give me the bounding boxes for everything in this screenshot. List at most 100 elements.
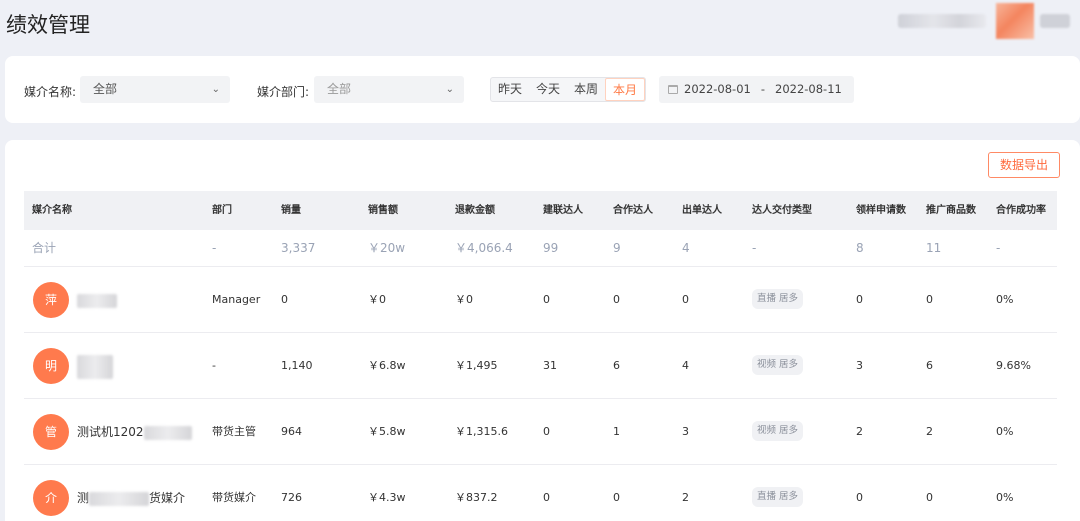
success-rate-cell: 9.68% <box>996 359 1031 372</box>
column-header[interactable]: 部门 <box>212 191 232 230</box>
range-yesterday-button[interactable]: 昨天 <box>491 78 529 101</box>
filter-panel: 媒介名称: 全部 ⌄ 媒介部门: 全部 ⌄ 昨天 今天 本周 本月 2022-0… <box>5 56 1080 123</box>
avatar: 介 <box>33 480 69 516</box>
media-name-text: 测 <box>77 491 90 505</box>
range-today-button[interactable]: 今天 <box>529 78 567 101</box>
cooperating-cell: 0 <box>613 491 620 504</box>
sales-cell: 726 <box>281 491 302 504</box>
user-extra-blurred <box>1040 14 1070 28</box>
date-range-shortcuts: 昨天 今天 本周 本月 <box>490 77 647 102</box>
total-cell: 8 <box>856 241 864 255</box>
table-total-row: 合计 - 3,337 ￥20w ￥4,066.4 99 9 4 - 8 11 - <box>24 230 1057 267</box>
cooperating-cell: 0 <box>613 293 620 306</box>
sample-requests-cell: 0 <box>856 293 863 306</box>
media-name-select[interactable]: 全部 ⌄ <box>80 76 230 103</box>
avatar: 管 <box>33 414 69 450</box>
total-cell: - <box>752 241 757 255</box>
products-cell: 2 <box>926 425 933 438</box>
refund-cell: ￥1,495 <box>455 359 498 372</box>
sales-cell: 964 <box>281 425 302 438</box>
cooperating-cell: 1 <box>613 425 620 438</box>
revenue-cell: ￥6.8w <box>368 359 406 372</box>
sample-requests-cell: 0 <box>856 491 863 504</box>
date-separator: - <box>760 82 765 96</box>
column-header[interactable]: 销量 <box>281 191 301 230</box>
media-name-cell <box>77 333 113 399</box>
media-name-text: 测试机1202 <box>77 425 144 439</box>
column-header[interactable]: 合作成功率 <box>996 191 1046 230</box>
sales-cell: 1,140 <box>281 359 313 372</box>
refund-cell: ￥837.2 <box>455 491 498 504</box>
column-header[interactable]: 领样申请数 <box>856 191 906 230</box>
chevron-down-icon: ⌄ <box>445 84 454 95</box>
total-cell: 3,337 <box>281 241 316 255</box>
revenue-cell: ￥0 <box>368 293 386 306</box>
media-name-select-value: 全部 <box>93 82 118 96</box>
media-name-suffix: 货媒介 <box>149 491 186 505</box>
dept-cell: 带货主管 <box>212 425 256 438</box>
avatar: 萍 <box>33 282 69 318</box>
total-cell: ￥4,066.4 <box>455 241 513 255</box>
revenue-cell: ￥4.3w <box>368 491 406 504</box>
ordering-cell: 3 <box>682 425 689 438</box>
sample-requests-cell: 3 <box>856 359 863 372</box>
sample-requests-cell: 2 <box>856 425 863 438</box>
sales-cell: 0 <box>281 293 288 306</box>
contacted-cell: 31 <box>543 359 557 372</box>
delivery-type-tag: 直播 居多 <box>752 289 804 309</box>
chevron-down-icon: ⌄ <box>211 84 220 95</box>
column-header[interactable]: 出单达人 <box>682 191 722 230</box>
column-header[interactable]: 建联达人 <box>543 191 583 230</box>
table-row[interactable]: 萍 Manager 0 ￥0 ￥0 0 0 0 直播 居多 0 0 0% <box>24 267 1057 333</box>
total-cell: 9 <box>613 241 621 255</box>
dept-cell: 带货媒介 <box>212 491 256 504</box>
column-header[interactable]: 媒介名称 <box>32 191 72 230</box>
products-cell: 0 <box>926 293 933 306</box>
delivery-type-tag: 直播 居多 <box>752 487 804 507</box>
delivery-type-tag: 视频 居多 <box>752 355 804 375</box>
user-menu[interactable] <box>898 3 1070 39</box>
media-dept-select-value: 全部 <box>327 82 352 96</box>
page-title: 绩效管理 <box>6 13 90 37</box>
column-header[interactable]: 合作达人 <box>613 191 653 230</box>
blurred-name <box>89 491 150 506</box>
success-rate-cell: 0% <box>996 491 1014 504</box>
contacted-cell: 0 <box>543 425 550 438</box>
date-start: 2022-08-01 <box>684 82 751 96</box>
table-row[interactable]: 明 - 1,140 ￥6.8w ￥1,495 31 6 4 视频 居多 3 6 … <box>24 333 1057 399</box>
dept-cell: Manager <box>212 293 261 306</box>
table-header: 媒介名称 部门 销量 销售额 退款金额 建联达人 合作达人 出单达人 达人交付类… <box>24 191 1057 230</box>
table-row[interactable]: 管 测试机1202 带货主管 964 ￥5.8w ￥1,315.6 0 1 3 … <box>24 399 1057 465</box>
column-header[interactable]: 退款金额 <box>455 191 495 230</box>
column-header[interactable]: 达人交付类型 <box>752 191 812 230</box>
products-cell: 6 <box>926 359 933 372</box>
user-name-blurred <box>898 14 986 28</box>
refund-cell: ￥0 <box>455 293 473 306</box>
cooperating-cell: 6 <box>613 359 620 372</box>
total-cell: ￥20w <box>368 241 406 255</box>
products-cell: 0 <box>926 491 933 504</box>
success-rate-cell: 0% <box>996 293 1014 306</box>
media-dept-label: 媒介部门: <box>257 85 310 99</box>
total-cell: 99 <box>543 241 559 255</box>
ordering-cell: 2 <box>682 491 689 504</box>
total-cell: - <box>996 241 1001 255</box>
media-name-label: 媒介名称: <box>24 85 77 99</box>
dept-cell: - <box>212 359 216 372</box>
user-avatar[interactable] <box>996 3 1034 39</box>
date-range-picker[interactable]: 2022-08-01-2022-08-11 <box>659 76 854 103</box>
date-end: 2022-08-11 <box>775 82 842 96</box>
media-name-cell <box>77 267 117 333</box>
column-header[interactable]: 销售额 <box>368 191 398 230</box>
ordering-cell: 4 <box>682 359 689 372</box>
range-week-button[interactable]: 本周 <box>567 78 605 101</box>
revenue-cell: ￥5.8w <box>368 425 406 438</box>
delivery-type-tag: 视频 居多 <box>752 421 804 441</box>
table-row[interactable]: 介 测 货媒介 带货媒介 726 ￥4.3w ￥837.2 0 0 2 直播 居多… <box>24 465 1057 521</box>
success-rate-cell: 0% <box>996 425 1014 438</box>
blurred-name <box>77 293 117 308</box>
media-dept-select[interactable]: 全部 ⌄ <box>314 76 464 103</box>
export-data-button[interactable]: 数据导出 <box>988 152 1060 178</box>
column-header[interactable]: 推广商品数 <box>926 191 976 230</box>
range-month-button[interactable]: 本月 <box>605 78 646 101</box>
